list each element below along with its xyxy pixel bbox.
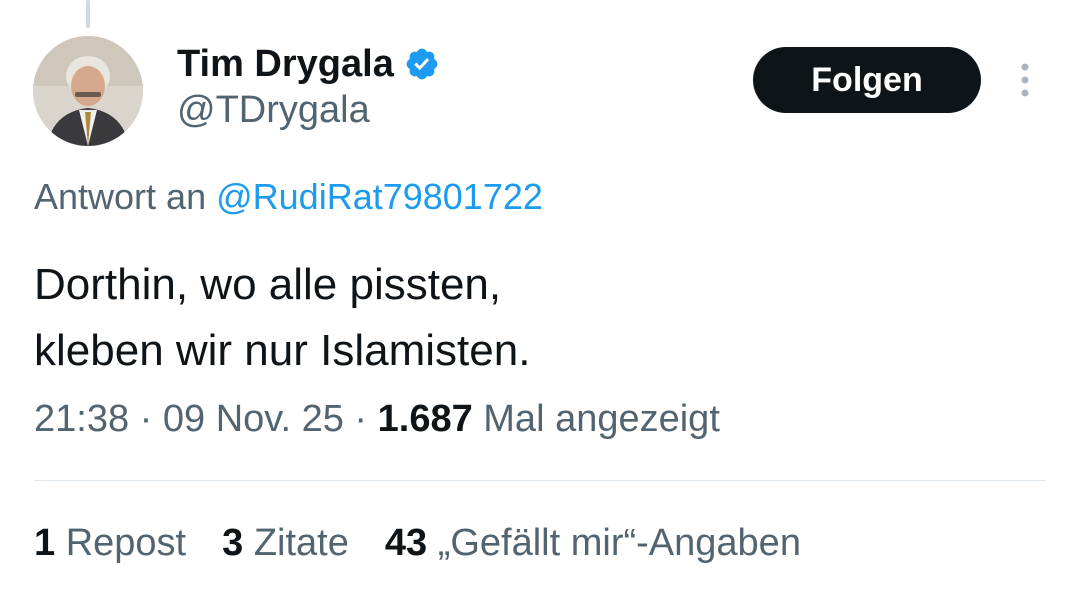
tweet-text: Dorthin, wo alle pissten, kleben wir nur… xyxy=(34,252,530,384)
verified-badge-icon xyxy=(406,48,438,80)
tweet-text-line-1: Dorthin, wo alle pissten, xyxy=(34,260,502,309)
tweet-time[interactable]: 21:38 xyxy=(34,398,129,440)
reposts-stat[interactable]: 1 Repost xyxy=(34,522,186,565)
follow-button[interactable]: Folgen xyxy=(753,47,981,113)
quotes-count: 3 xyxy=(222,522,244,564)
quotes-stat[interactable]: 3 Zitate xyxy=(222,522,349,565)
likes-label: „Gefällt mir“-Angaben xyxy=(437,522,801,564)
author-display-name[interactable]: Tim Drygala xyxy=(177,43,394,86)
thread-connector-line xyxy=(86,0,90,28)
reposts-count: 1 xyxy=(34,522,56,564)
quotes-label: Zitate xyxy=(253,522,349,564)
avatar-image xyxy=(33,36,143,146)
divider xyxy=(34,480,1046,481)
likes-count: 43 xyxy=(384,522,428,564)
views-count: 1.687 xyxy=(377,398,473,440)
avatar[interactable] xyxy=(33,36,143,146)
reply-to-prefix: Antwort an xyxy=(34,176,207,217)
author-handle[interactable]: @TDrygala xyxy=(177,89,370,132)
tweet-meta: 21:38 · 09 Nov. 25 · 1.687 Mal angezeigt xyxy=(34,398,720,441)
tweet-date[interactable]: 09 Nov. 25 xyxy=(163,398,344,440)
more-vertical-icon[interactable] xyxy=(1010,60,1040,100)
reposts-label: Repost xyxy=(65,522,187,564)
meta-separator: · xyxy=(139,398,153,440)
author-name-row: Tim Drygala xyxy=(177,40,440,88)
reply-to-mention-link[interactable]: @RudiRat79801722 xyxy=(216,176,543,217)
tweet-text-line-2: kleben wir nur Islamisten. xyxy=(34,326,531,375)
views-label: Mal angezeigt xyxy=(483,398,720,440)
engagement-stats: 1 Repost 3 Zitate 43 „Gefällt mir“-Angab… xyxy=(34,522,837,565)
reply-to-line: Antwort an @RudiRat79801722 xyxy=(34,176,543,218)
meta-separator: · xyxy=(354,398,368,440)
likes-stat[interactable]: 43 „Gefällt mir“-Angaben xyxy=(385,522,801,565)
